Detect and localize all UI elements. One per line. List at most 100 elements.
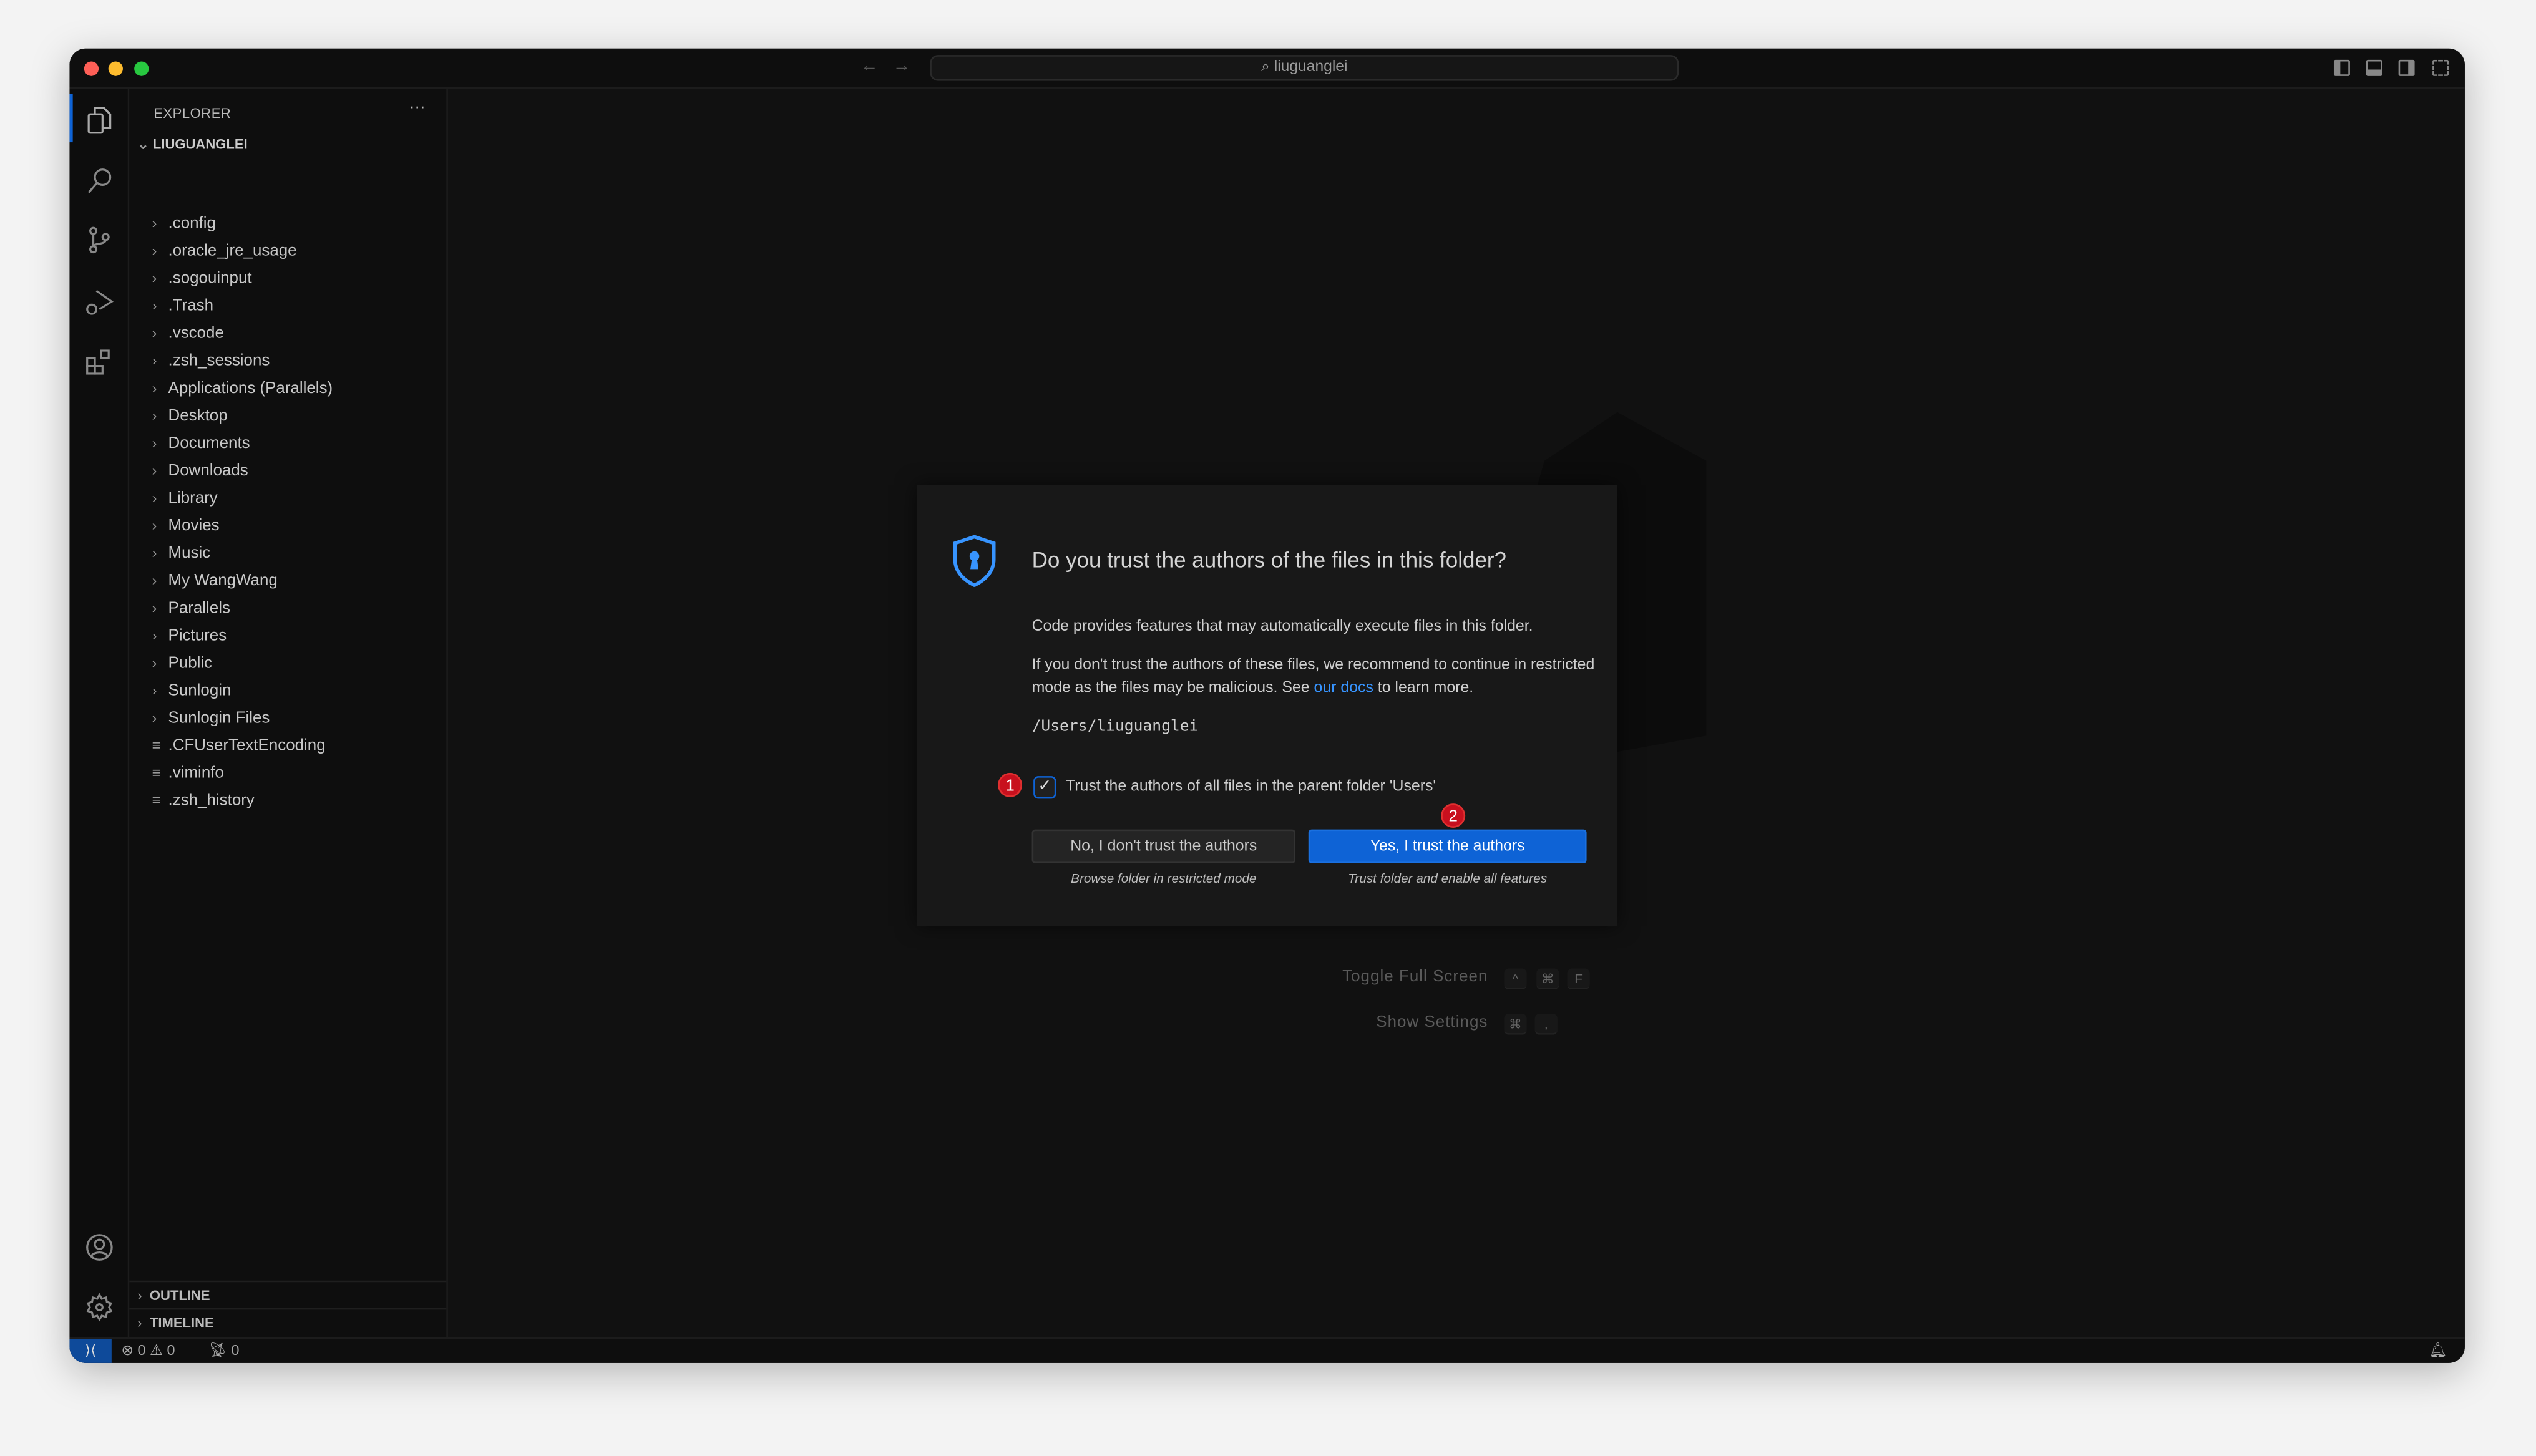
minimize-window-button[interactable]	[108, 61, 123, 76]
dont-trust-description: Browse folder in restricted mode	[1071, 871, 1257, 886]
file-icon: ≡	[152, 737, 161, 754]
timeline-label: TIMELINE	[149, 1314, 214, 1331]
tree-item-label: Parallels	[168, 599, 230, 618]
error-count: 0	[137, 1342, 146, 1359]
tree-item-folder[interactable]: › Music	[152, 540, 211, 568]
chevron-down-icon: ⌄	[137, 135, 153, 152]
detail-text-end: to learn more.	[1373, 679, 1474, 697]
tree-item-folder[interactable]: › Sunlogin	[152, 677, 232, 705]
tree-item-folder[interactable]: › My WangWang	[152, 568, 278, 595]
trust-description: Trust folder and enable all features	[1348, 871, 1548, 886]
tree-item-label: Applications (Parallels)	[168, 380, 333, 398]
shortcut-show-settings: Show Settings	[1376, 1014, 1488, 1032]
warning-icon: ⚠	[149, 1342, 163, 1359]
chevron-right-icon: ›	[152, 572, 157, 589]
tree-item-folder[interactable]: › .vscode	[152, 320, 224, 347]
dont-trust-button[interactable]: No, I don't trust the authors	[1031, 829, 1296, 864]
our-docs-link[interactable]: our docs	[1314, 679, 1373, 697]
toggle-panel-icon[interactable]	[2366, 59, 2382, 76]
file-icon: ≡	[152, 764, 161, 781]
tree-item-folder[interactable]: › .zsh_sessions	[152, 347, 270, 375]
extensions-icon[interactable]	[84, 346, 115, 377]
tree-item-label: My WangWang	[168, 572, 278, 591]
trust-button[interactable]: Yes, I trust the authors	[1308, 829, 1587, 864]
tree-item-folder[interactable]: › Applications (Parallels)	[152, 375, 333, 402]
maximize-window-button[interactable]	[134, 61, 149, 76]
chevron-right-icon: ›	[152, 490, 157, 507]
tree-item-label: Desktop	[168, 407, 228, 425]
tree-item-label: Public	[168, 654, 213, 673]
tree-item-label: .oracle_jre_usage	[168, 242, 297, 261]
status-bar: ⟩⟨ ⊗ 0 ⚠ 0 📡︎ 0 🔔︎	[69, 1337, 2465, 1363]
outline-section[interactable]: › OUTLINE	[129, 1280, 447, 1308]
search-icon[interactable]	[84, 165, 115, 195]
tree-item-folder[interactable]: › Desktop	[152, 402, 228, 430]
step-badge-2: 2	[1441, 803, 1466, 828]
command-center-search[interactable]: ⌕ liuguanglei	[930, 55, 1679, 81]
close-window-button[interactable]	[84, 61, 99, 76]
trust-parent-label[interactable]: Trust the authors of all files in the pa…	[1066, 778, 1436, 796]
chevron-right-icon: ›	[152, 545, 157, 561]
tree-item-folder[interactable]: › Pictures	[152, 623, 227, 650]
warning-count: 0	[167, 1342, 175, 1359]
chevron-right-icon: ›	[152, 627, 157, 644]
checkmark-icon: ✓	[1038, 777, 1052, 796]
tree-item-folder[interactable]: › .oracle_jre_usage	[152, 238, 297, 265]
chevron-right-icon: ›	[152, 269, 157, 286]
tree-item-label: Downloads	[168, 462, 248, 480]
workspace-root[interactable]: ⌄ LIUGUANGLEI	[137, 136, 247, 154]
workspace-trust-dialog: Do you trust the authors of the files in…	[917, 485, 1617, 927]
tree-item-label: Pictures	[168, 627, 227, 646]
tree-item-folder[interactable]: › .config	[152, 210, 216, 238]
settings-gear-icon[interactable]	[84, 1292, 115, 1323]
problems-button[interactable]: ⊗ 0 ⚠ 0	[121, 1339, 175, 1363]
run-debug-icon[interactable]	[84, 286, 115, 317]
tree-item-folder[interactable]: › Public	[152, 650, 213, 677]
explorer-sidebar: EXPLORER ··· ⌄ LIUGUANGLEI › .config › .ora…	[129, 89, 448, 1337]
more-actions-button[interactable]: ···	[409, 99, 426, 117]
notifications-bell-icon[interactable]: 🔔︎	[2429, 1339, 2447, 1363]
toggle-secondary-sidebar-icon[interactable]	[2398, 59, 2415, 76]
forward-button[interactable]: →	[893, 57, 911, 76]
chevron-right-icon: ›	[152, 654, 157, 671]
timeline-section[interactable]: › TIMELINE	[129, 1308, 447, 1336]
tree-item-file[interactable]: ≡ .viminfo	[152, 760, 224, 787]
tree-item-label: Movies	[168, 517, 220, 535]
chevron-right-icon: ›	[137, 1287, 150, 1303]
chevron-right-icon: ›	[137, 1314, 150, 1331]
account-icon[interactable]	[84, 1232, 115, 1263]
step-badge-1: 1	[998, 772, 1023, 797]
tree-item-folder[interactable]: › Sunlogin Files	[152, 705, 270, 732]
tree-item-folder[interactable]: › .Trash	[152, 293, 213, 320]
chevron-right-icon: ›	[152, 352, 157, 369]
tree-item-folder[interactable]: › Parallels	[152, 595, 230, 623]
customize-layout-icon[interactable]	[2432, 59, 2449, 76]
tree-item-folder[interactable]: › .sogouinput	[152, 265, 252, 293]
tree-item-file[interactable]: ≡ .CFUserTextEncoding	[152, 732, 326, 760]
toggle-primary-sidebar-icon[interactable]	[2333, 59, 2350, 76]
chevron-right-icon: ›	[152, 599, 157, 616]
ports-count: 0	[231, 1342, 240, 1359]
error-icon: ⊗	[121, 1342, 134, 1359]
antenna-icon: 📡︎	[208, 1342, 227, 1359]
tree-item-label: Documents	[168, 435, 250, 453]
shortcut-key: F	[1567, 968, 1590, 990]
shortcut-key: ⌘	[1536, 968, 1559, 990]
tree-item-folder[interactable]: › Downloads	[152, 457, 248, 485]
tree-item-folder[interactable]: › Library	[152, 485, 218, 513]
source-control-icon[interactable]	[84, 225, 115, 255]
tree-item-folder[interactable]: › Documents	[152, 430, 250, 457]
tree-item-label: .zsh_history	[168, 792, 255, 810]
ports-button[interactable]: 📡︎ 0	[208, 1339, 239, 1363]
trust-parent-checkbox[interactable]: ✓	[1033, 776, 1056, 799]
explorer-icon[interactable]	[84, 105, 115, 135]
file-icon: ≡	[152, 792, 161, 808]
remote-indicator-button[interactable]: ⟩⟨	[69, 1339, 112, 1363]
back-button[interactable]: ←	[861, 57, 879, 76]
tree-item-label: .config	[168, 215, 216, 233]
folder-path: /Users/liuguanglei	[1031, 717, 1199, 736]
tree-item-file[interactable]: ≡ .zsh_history	[152, 787, 255, 815]
tree-item-folder[interactable]: › Movies	[152, 513, 220, 540]
tree-item-label: Library	[168, 490, 218, 508]
chevron-right-icon: ›	[152, 215, 157, 231]
